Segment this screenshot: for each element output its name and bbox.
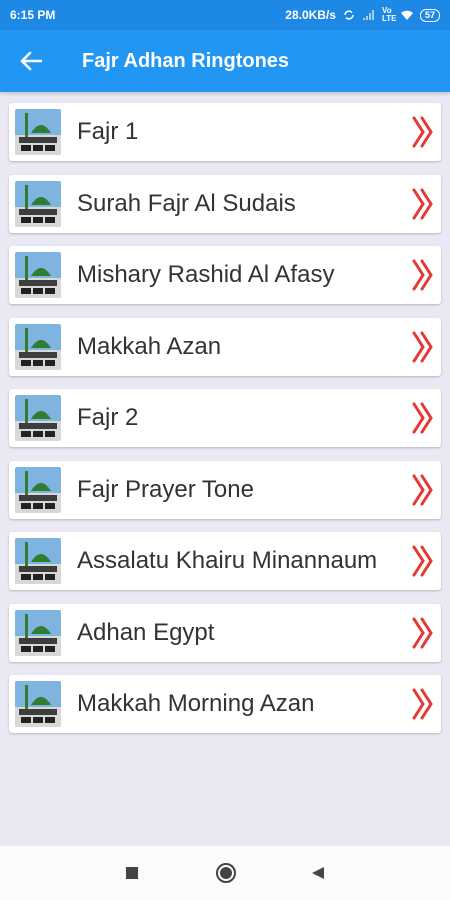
ringtone-row[interactable]: Makkah Azan [9,317,441,376]
ringtone-row[interactable]: Fajr 2 [9,389,441,447]
double-chevron-right-icon[interactable] [411,114,435,150]
mosque-thumbnail-icon [15,538,61,584]
double-chevron-right-icon[interactable] [411,329,435,365]
triangle-back-icon [312,867,324,879]
volte-label: Vo LTE [381,6,397,23]
network-speed: 28.0KB/s [285,8,336,22]
double-chevron-right-icon[interactable] [411,472,435,508]
ringtone-row[interactable]: Adhan Egypt [9,603,441,662]
double-chevron-right-icon[interactable] [411,615,435,651]
double-chevron-right-icon[interactable] [411,543,435,579]
double-chevron-right-icon[interactable] [411,186,435,222]
sync-icon [344,10,354,20]
status-right: 28.0KB/s Vo LTE 57 [285,7,440,23]
square-icon [126,867,138,879]
ringtone-label: Adhan Egypt [77,618,215,646]
circle-icon [216,863,236,883]
wifi-icon [400,10,413,20]
mosque-thumbnail-icon [15,252,61,298]
mosque-thumbnail-icon [15,466,61,513]
app-bar: Fajr Adhan Ringtones [0,30,450,92]
back-button[interactable] [0,30,62,92]
ringtone-label: Makkah Morning Azan [77,690,315,717]
ringtone-row[interactable]: Assalatu Khairu Minannaum [9,532,441,590]
mosque-thumbnail-icon [15,681,61,727]
ringtone-label: Fajr Prayer Tone [77,475,254,503]
system-nav-bar [0,846,450,900]
ringtone-row[interactable]: Makkah Morning Azan [9,675,441,733]
home-button[interactable] [196,846,256,900]
nav-back-button[interactable] [288,846,348,900]
battery-indicator: 57 [419,8,440,22]
mosque-thumbnail-icon [15,323,61,370]
double-chevron-right-icon[interactable] [411,400,435,436]
ringtone-row[interactable]: Surah Fajr Al Sudais [9,174,441,233]
ringtone-label: Makkah Azan [77,332,222,360]
ringtone-row[interactable]: Fajr Prayer Tone [9,460,441,519]
double-chevron-right-icon[interactable] [411,686,435,722]
ringtone-row[interactable]: Fajr 1 [9,103,441,161]
ringtone-label: Assalatu Khairu Minannaum [77,547,378,574]
ringtone-label: Mishary Rashid Al Afasy [77,261,335,288]
mosque-thumbnail-icon [15,609,61,656]
ringtone-label: Fajr 1 [77,118,139,145]
mosque-thumbnail-icon [15,109,61,155]
mosque-thumbnail-icon [15,395,61,441]
double-chevron-right-icon[interactable] [411,257,435,293]
ringtone-label: Fajr 2 [77,404,139,431]
ringtone-row[interactable]: Mishary Rashid Al Afasy [9,246,441,304]
recents-button[interactable] [102,846,162,900]
status-bar: 6:15 PM 28.0KB/s Vo LTE 57 [0,0,450,30]
mosque-thumbnail-icon [15,180,61,227]
arrow-left-icon [20,51,42,71]
signal-icon [362,10,374,20]
ringtone-label: Surah Fajr Al Sudais [77,189,296,217]
status-time: 6:15 PM [10,8,56,22]
page-title: Fajr Adhan Ringtones [82,49,290,72]
